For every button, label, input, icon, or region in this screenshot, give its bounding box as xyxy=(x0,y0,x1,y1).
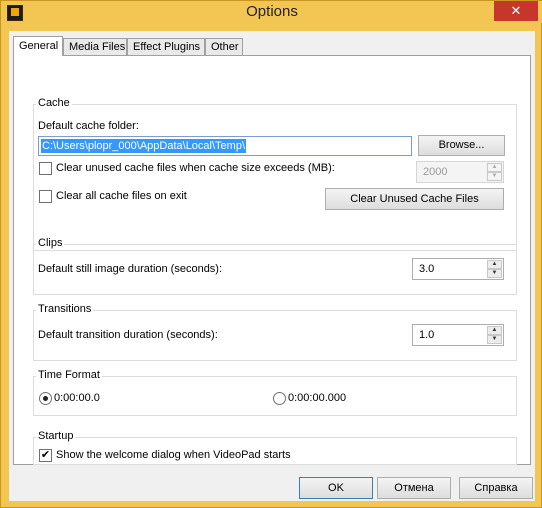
still-duration-value: 3.0 xyxy=(419,263,435,275)
clips-group: Clips Default still image duration (seco… xyxy=(33,237,517,295)
time-format-radio-long[interactable] xyxy=(273,392,286,405)
clear-unused-cache-button[interactable]: Clear Unused Cache Files xyxy=(325,188,504,210)
close-icon: ✕ xyxy=(510,3,522,18)
transition-duration-value: 1.0 xyxy=(419,329,435,341)
cache-size-stepper: 2000 ▲ ▼ xyxy=(416,161,504,183)
ok-button[interactable]: OK xyxy=(299,477,373,499)
time-format-option-short: 0:00:00.0 xyxy=(54,392,100,404)
time-format-group-title: Time Format xyxy=(36,369,102,381)
spin-up-icon[interactable]: ▲ xyxy=(487,260,502,269)
spin-down-icon: ▼ xyxy=(487,172,502,181)
cache-size-value: 2000 xyxy=(423,166,448,178)
spin-up-icon[interactable]: ▲ xyxy=(487,326,502,335)
cache-folder-value: C:\Users\plopr_000\AppData\Local\Temp\ xyxy=(41,139,246,153)
spin-down-icon[interactable]: ▼ xyxy=(487,335,502,344)
checkmark-icon: ✔ xyxy=(40,449,51,461)
cancel-button[interactable]: Отмена xyxy=(377,477,451,499)
cache-group-title: Cache xyxy=(36,97,72,109)
startup-group: Startup ✔ Show the welcome dialog when V… xyxy=(33,430,517,465)
startup-group-title: Startup xyxy=(36,430,76,442)
transitions-group-title: Transitions xyxy=(36,303,94,315)
welcome-dialog-checkbox[interactable]: ✔ xyxy=(39,449,52,462)
clear-on-exit-checkbox[interactable] xyxy=(39,190,52,203)
clips-group-title: Clips xyxy=(36,237,65,249)
help-button[interactable]: Справка xyxy=(459,477,533,499)
clear-unused-exceeds-checkbox[interactable] xyxy=(39,162,52,175)
close-button[interactable]: ✕ xyxy=(494,1,538,21)
tab-media-files[interactable]: Media Files xyxy=(63,38,127,55)
still-duration-label: Default still image duration (seconds): xyxy=(38,263,223,275)
transition-duration-stepper[interactable]: 1.0 ▲ ▼ xyxy=(412,324,504,346)
time-format-radio-short[interactable] xyxy=(39,392,52,405)
cache-folder-label: Default cache folder: xyxy=(38,120,139,132)
cache-folder-input[interactable]: C:\Users\plopr_000\AppData\Local\Temp\ xyxy=(38,136,412,156)
tab-general[interactable]: General xyxy=(13,36,63,56)
options-window: Options ✕ General Media Files Effect Plu… xyxy=(0,0,542,508)
spin-up-icon: ▲ xyxy=(487,163,502,172)
window-title: Options xyxy=(246,3,298,20)
still-duration-stepper[interactable]: 3.0 ▲ ▼ xyxy=(412,258,504,280)
welcome-dialog-label: Show the welcome dialog when VideoPad st… xyxy=(56,449,291,461)
cache-group: Cache Default cache folder: C:\Users\plo… xyxy=(33,97,517,251)
title-bar[interactable]: Options ✕ xyxy=(1,1,542,23)
general-tab-panel: Cache Default cache folder: C:\Users\plo… xyxy=(13,55,531,465)
browse-button[interactable]: Browse... xyxy=(418,135,505,156)
clear-unused-exceeds-label: Clear unused cache files when cache size… xyxy=(56,162,335,174)
time-format-option-long: 0:00:00.000 xyxy=(288,392,347,404)
clear-on-exit-label: Clear all cache files on exit xyxy=(56,190,187,202)
spin-down-icon[interactable]: ▼ xyxy=(487,269,502,278)
transitions-group: Transitions Default transition duration … xyxy=(33,303,517,361)
dialog-client-area: General Media Files Effect Plugins Other… xyxy=(9,31,535,501)
transition-duration-label: Default transition duration (seconds): xyxy=(38,329,218,341)
tab-effect-plugins[interactable]: Effect Plugins xyxy=(127,38,205,55)
time-format-group: Time Format 0:00:00.0 0:00:00.000 xyxy=(33,369,517,416)
tab-other[interactable]: Other xyxy=(205,38,243,55)
